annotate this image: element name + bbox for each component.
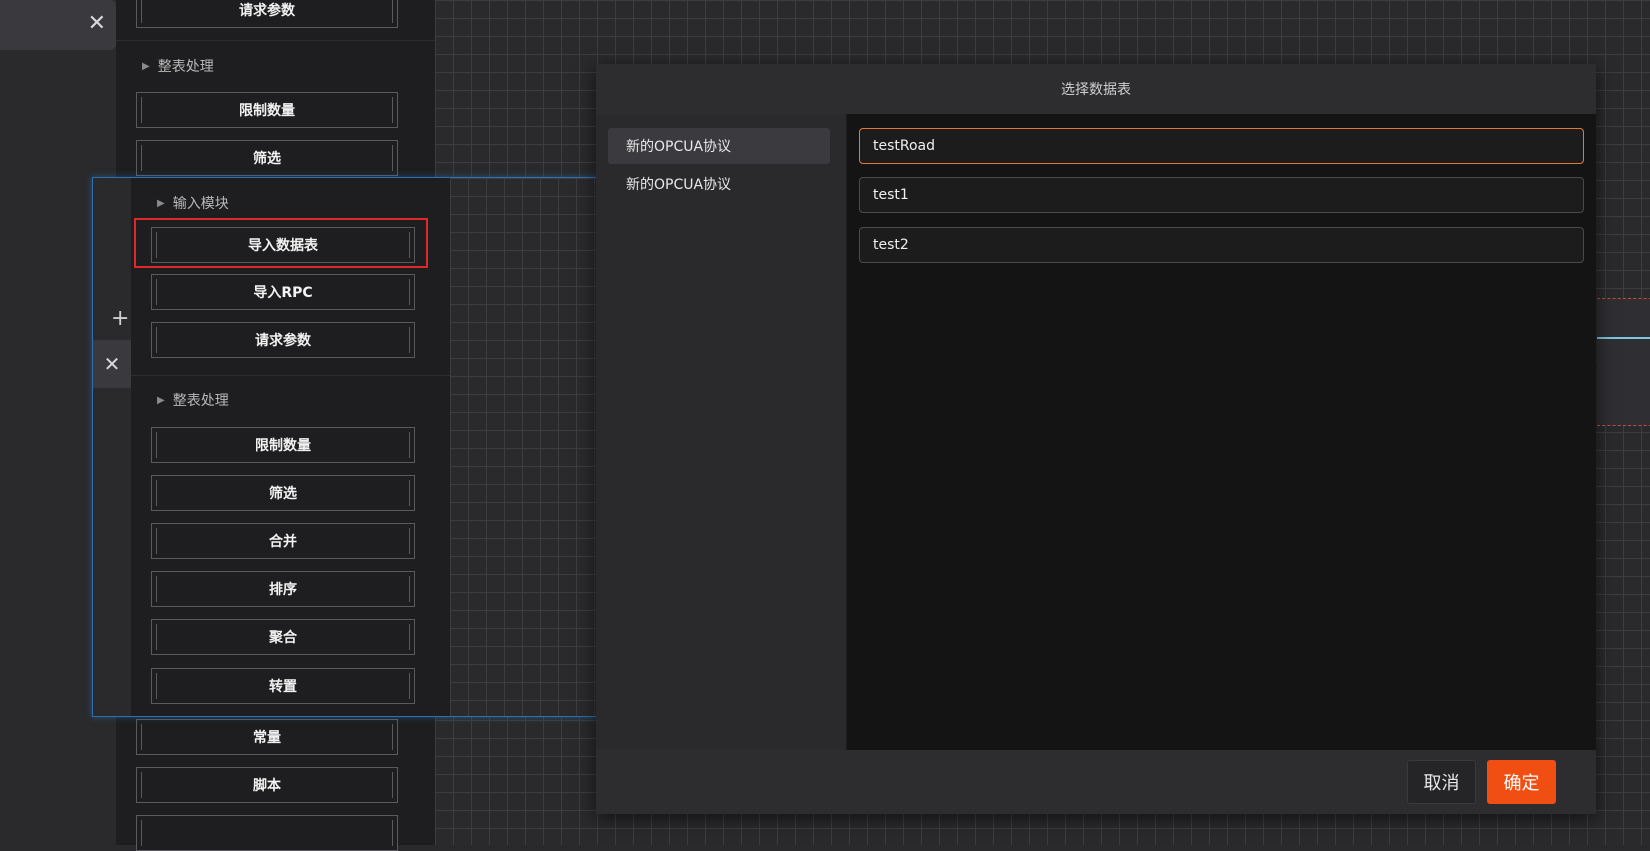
plus-icon[interactable]: +: [111, 306, 129, 331]
table-item[interactable]: testRoad: [859, 128, 1584, 164]
palette-button-limit[interactable]: 限制数量: [151, 427, 415, 463]
palette-button-limit[interactable]: 限制数量: [136, 92, 398, 128]
section-label: 整表处理: [172, 393, 229, 409]
section-header-whole-table[interactable]: ▶ 整表处理: [157, 390, 229, 410]
node-connector: [1597, 337, 1650, 339]
protocol-item[interactable]: 新的OPCUA协议: [608, 166, 830, 202]
caret-right-icon: ▶: [157, 394, 165, 406]
dialog-footer: 取消 确定: [596, 750, 1596, 814]
close-icon[interactable]: ✕: [93, 340, 131, 388]
highlight-box: [134, 218, 428, 268]
close-icon[interactable]: ✕: [88, 12, 106, 36]
palette-button-merge[interactable]: 合并: [151, 523, 415, 559]
section-label: 输入模块: [172, 196, 229, 212]
palette-button-aggregate[interactable]: 聚合: [151, 619, 415, 655]
section-label: 整表处理: [157, 59, 214, 75]
palette-button-filter[interactable]: 筛选: [151, 475, 415, 511]
protocol-list: 新的OPCUA协议 新的OPCUA协议: [596, 114, 846, 750]
palette-button-import-rpc[interactable]: 导入RPC: [151, 274, 415, 310]
palette-button-transpose[interactable]: 转置: [151, 668, 415, 704]
palette-button-script[interactable]: 脚本: [136, 767, 398, 803]
dialog-title: 选择数据表: [1061, 82, 1131, 98]
palette-button-request-params[interactable]: 请求参数: [136, 0, 398, 28]
palette-button-sort[interactable]: 排序: [151, 571, 415, 607]
section-header-whole-table[interactable]: ▶ 整表处理: [142, 56, 214, 76]
floating-canvas: [450, 178, 599, 716]
select-table-dialog: 选择数据表 新的OPCUA协议 新的OPCUA协议 testRoad test1…: [596, 64, 1596, 814]
table-list: testRoad test1 test2: [847, 114, 1596, 750]
section-header-input[interactable]: ▶ 输入模块: [157, 193, 229, 213]
cancel-button[interactable]: 取消: [1407, 760, 1476, 804]
confirm-button[interactable]: 确定: [1487, 760, 1556, 804]
palette-button-request-params[interactable]: 请求参数: [151, 322, 415, 358]
canvas-node[interactable]: [1597, 298, 1650, 426]
palette-button-partial[interactable]: [136, 815, 398, 851]
dialog-body: 新的OPCUA协议 新的OPCUA协议 testRoad test1 test2: [596, 114, 1596, 750]
palette-button-constant[interactable]: 常量: [136, 719, 398, 755]
caret-right-icon: ▶: [157, 197, 165, 209]
dialog-header: 选择数据表: [596, 64, 1596, 114]
table-item[interactable]: test2: [859, 227, 1584, 263]
palette-button-filter[interactable]: 筛选: [136, 140, 398, 176]
caret-right-icon: ▶: [142, 60, 150, 72]
close-tab[interactable]: ✕: [0, 0, 116, 50]
table-item[interactable]: test1: [859, 177, 1584, 213]
divider: [116, 40, 435, 41]
protocol-item[interactable]: 新的OPCUA协议: [608, 128, 830, 164]
floating-left-strip: [93, 178, 131, 716]
divider: [131, 375, 450, 376]
